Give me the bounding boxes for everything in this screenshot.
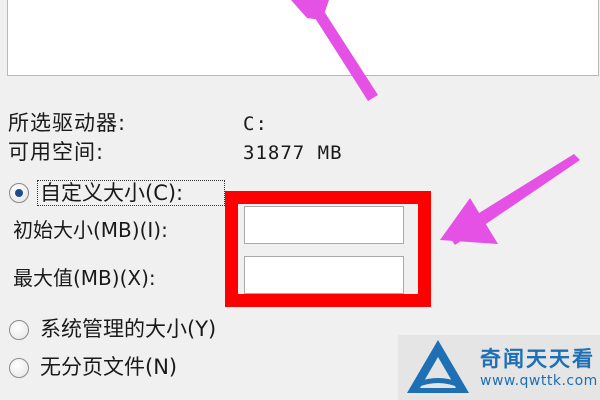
watermark-logo-icon: [407, 340, 469, 393]
watermark-site-url: www.qwttk.com: [480, 373, 598, 389]
watermark-site-name: 奇闻天天看: [480, 347, 595, 371]
watermark-badge: 奇闻天天看 www.qwttk.com: [398, 335, 600, 400]
